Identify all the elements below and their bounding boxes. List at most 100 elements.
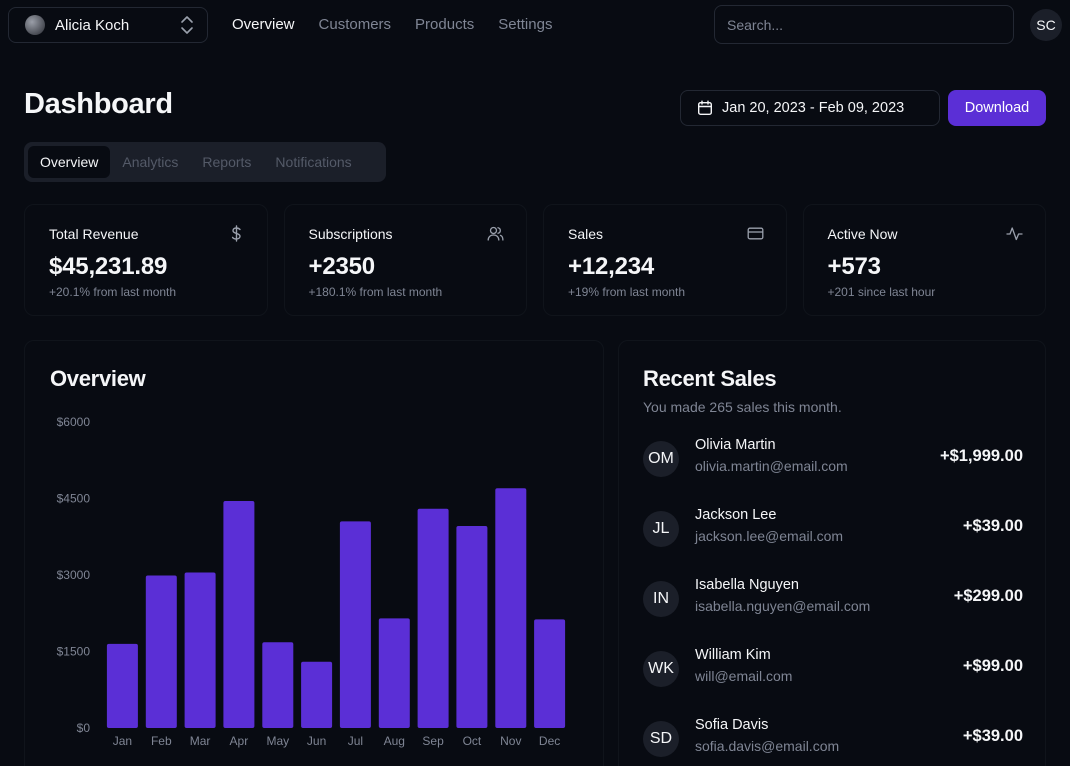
stats-row: Total Revenue $45,231.89 +20.1% from las… [24,204,1046,316]
customer-name: Olivia Martin [695,437,776,453]
recent-sales-title: Recent Sales [643,366,777,391]
x-tick-label: Sep [422,734,444,748]
nav-products[interactable]: Products [415,16,474,34]
bar-aug[interactable] [378,618,410,728]
activity-icon [1006,227,1023,241]
x-tick-label: Apr [230,734,249,748]
sale-amount: +$99.00 [962,657,1023,675]
stat-change: +201 since last hour [827,285,936,299]
page-title: Dashboard [24,88,173,120]
team-switcher[interactable]: Alicia Koch [8,7,208,43]
stat-card-sales: Sales +12,234 +19% from last month [543,204,787,316]
customer-avatar: WK [643,651,679,687]
customer-email: will@email.com [695,668,793,684]
tab-notifications[interactable]: Notifications [263,146,363,178]
x-tick-label: Oct [463,734,482,748]
customer-name: Isabella Nguyen [695,577,799,593]
sale-row: OM Olivia Martin olivia.martin@email.com… [643,437,1023,481]
sale-row: JL Jackson Lee jackson.lee@email.com +$3… [643,507,1023,551]
customer-avatar: JL [643,511,679,547]
recent-sales-subtitle: You made 265 sales this month. [643,399,842,415]
customer-name: William Kim [695,647,771,663]
customer-email: olivia.martin@email.com [695,458,848,474]
sale-amount: +$1,999.00 [939,447,1023,465]
x-tick-label: Aug [384,734,405,748]
tab-analytics[interactable]: Analytics [110,146,190,178]
stat-value: +573 [827,253,881,280]
y-tick-label: $3000 [57,568,91,582]
stat-card-active-now: Active Now +573 +201 since last hour [802,204,1046,316]
stat-label: Sales [568,226,604,242]
stat-label: Active Now [827,226,898,242]
tab-overview[interactable]: Overview [28,146,111,178]
customer-avatar: SD [643,721,679,757]
bar-apr[interactable] [223,501,255,728]
recent-sales-card: Recent Sales You made 265 sales this mon… [618,340,1046,766]
nav-settings[interactable]: Settings [498,16,552,34]
search-input[interactable] [714,5,1014,44]
x-tick-label: Mar [190,734,211,748]
main-nav: Overview Customers Products Settings [232,16,552,34]
stat-value: +12,234 [568,253,655,280]
stat-change: +180.1% from last month [308,285,443,299]
team-name: Alicia Koch [55,16,130,34]
bar-jan[interactable] [106,643,138,728]
bar-dec[interactable] [534,619,566,728]
stat-value: +2350 [308,253,376,280]
team-avatar [25,15,45,35]
bar-nov[interactable] [495,488,527,728]
x-tick-label: Nov [500,734,521,748]
stat-change: +20.1% from last month [49,285,177,299]
stat-label: Subscriptions [308,226,393,242]
x-tick-label: Dec [539,734,560,748]
x-tick-label: Jul [348,734,363,748]
customer-name: Jackson Lee [695,507,777,523]
date-range-picker[interactable]: Jan 20, 2023 - Feb 09, 2023 [680,90,940,126]
date-range-label: Jan 20, 2023 - Feb 09, 2023 [722,100,905,116]
stat-change: +19% from last month [568,285,686,299]
stat-label: Total Revenue [49,226,139,242]
users-icon [487,226,504,241]
customer-name: Sofia Davis [695,717,769,733]
nav-overview[interactable]: Overview [232,16,295,34]
sale-amount: +$39.00 [962,517,1023,535]
y-tick-label: $6000 [57,415,91,429]
nav-customers[interactable]: Customers [319,16,392,34]
stat-value: $45,231.89 [49,253,168,280]
stat-card-subscriptions: Subscriptions +2350 +180.1% from last mo… [283,204,527,316]
overview-card: Overview $0 $1500 $3000 $4500 $6000 Jan Feb Mar… [24,340,604,766]
customer-avatar: OM [643,441,679,477]
customer-email: sofia.davis@email.com [695,738,840,754]
credit-card-icon [747,227,763,240]
x-tick-label: Jun [307,734,326,748]
customer-avatar: IN [643,581,679,617]
bar-may[interactable] [262,642,294,728]
customer-email: isabella.nguyen@email.com [695,598,871,614]
bar-oct[interactable] [456,526,488,728]
bar-feb[interactable] [145,575,177,729]
download-button[interactable]: Download [948,90,1046,126]
dollar-icon [231,225,241,242]
bar-mar[interactable] [184,572,216,729]
sale-amount: +$299.00 [953,587,1023,605]
calendar-icon [698,100,713,116]
customer-email: jackson.lee@email.com [695,528,844,544]
y-tick-label: $0 [77,721,91,735]
chevrons-up-down-icon [181,16,193,34]
x-tick-label: Jan [113,734,132,748]
y-tick-label: $1500 [57,645,91,659]
user-avatar[interactable]: SC [1030,9,1062,41]
overview-bar-chart: $0 $1500 $3000 $4500 $6000 Jan Feb Mar Apr May Jun… [57,415,566,748]
sale-row: SD Sofia Davis sofia.davis@email.com +$3… [643,717,1023,761]
bar-jun[interactable] [301,661,333,728]
dashboard-tabs: Overview Analytics Reports Notifications [24,142,386,182]
sale-row: IN Isabella Nguyen isabella.nguyen@email… [643,577,1023,621]
x-tick-label: Feb [151,734,172,748]
tab-reports[interactable]: Reports [190,146,263,178]
x-tick-label: May [266,734,289,748]
bar-jul[interactable] [339,521,371,728]
stat-card-total-revenue: Total Revenue $45,231.89 +20.1% from las… [24,204,268,316]
sale-amount: +$39.00 [962,727,1023,745]
bar-sep[interactable] [417,508,449,728]
sale-row: WK William Kim will@email.com +$99.00 [643,647,1023,691]
